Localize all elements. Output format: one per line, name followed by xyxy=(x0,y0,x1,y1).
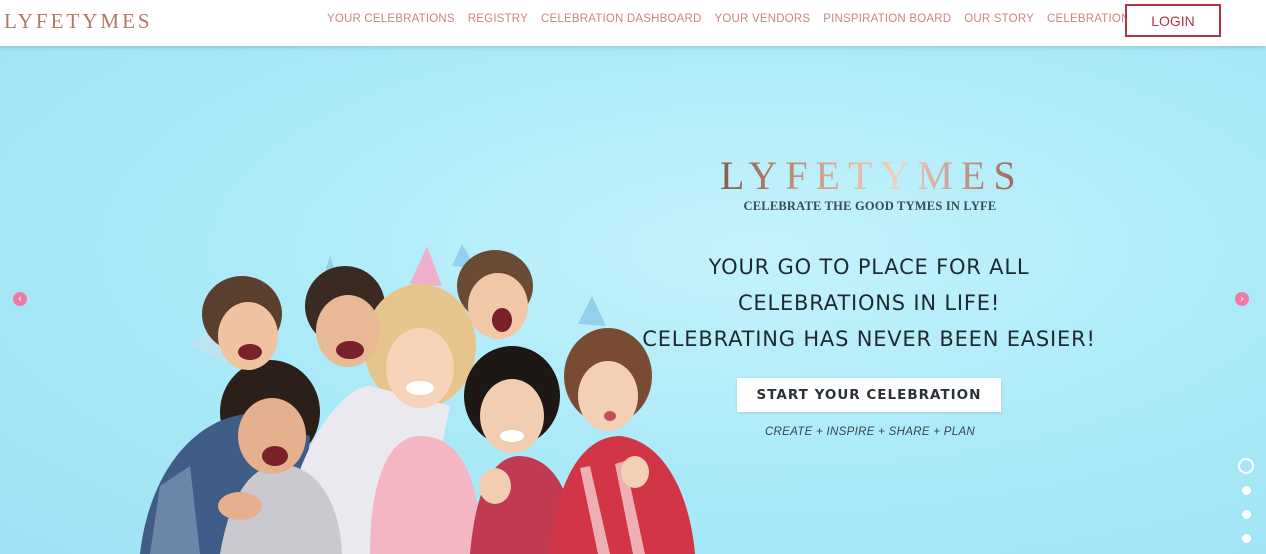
site-logo[interactable]: LYFETYMES xyxy=(4,9,153,34)
top-navbar: LYFETYMES YOUR CELEBRATIONS REGISTRY CEL… xyxy=(0,0,1266,46)
headline-line: YOUR GO TO PLACE FOR ALL xyxy=(708,255,1030,279)
nav-your-celebrations[interactable]: YOUR CELEBRATIONS xyxy=(327,13,455,25)
start-celebration-button[interactable]: START YOUR CELEBRATION xyxy=(737,378,1001,412)
slide-dot[interactable] xyxy=(1238,458,1254,474)
slide-dot[interactable] xyxy=(1241,486,1251,495)
hero-photo-group xyxy=(140,244,695,554)
hero-headline: YOUR GO TO PLACE FOR ALL CELEBRATIONS IN… xyxy=(640,249,1098,357)
hero-tagline: CELEBRATE THE GOOD TYMES IN LYFE xyxy=(743,199,997,213)
chevron-right-icon[interactable]: › xyxy=(1235,292,1249,306)
nav-your-vendors[interactable]: YOUR VENDORS xyxy=(715,13,811,25)
hero-sub-caption: CREATE + INSPIRE + SHARE + PLAN xyxy=(764,426,976,438)
main-nav: YOUR CELEBRATIONS REGISTRY CELEBRATION D… xyxy=(327,13,1172,25)
headline-line: CELEBRATIONS IN LIFE! xyxy=(737,291,1001,315)
nav-celebration-dashboard[interactable]: CELEBRATION DASHBOARD xyxy=(541,13,702,25)
nav-registry[interactable]: REGISTRY xyxy=(468,13,528,25)
login-button[interactable]: LOGIN xyxy=(1125,4,1221,37)
chevron-left-icon[interactable]: ‹ xyxy=(13,292,27,306)
headline-line: CELEBRATING HAS NEVER BEEN EASIER! xyxy=(642,327,1096,351)
nav-our-story[interactable]: OUR STORY xyxy=(964,13,1034,25)
nav-pinspiration-board[interactable]: PINSPIRATION BOARD xyxy=(823,13,951,25)
slide-dot[interactable] xyxy=(1241,510,1251,519)
slide-dot[interactable] xyxy=(1241,534,1251,543)
hero-logo: LYFETYMES xyxy=(720,153,1024,198)
hero-slider: LYFETYMES CELEBRATE THE GOOD TYMES IN LY… xyxy=(0,46,1266,554)
slide-pagination xyxy=(1238,458,1254,554)
